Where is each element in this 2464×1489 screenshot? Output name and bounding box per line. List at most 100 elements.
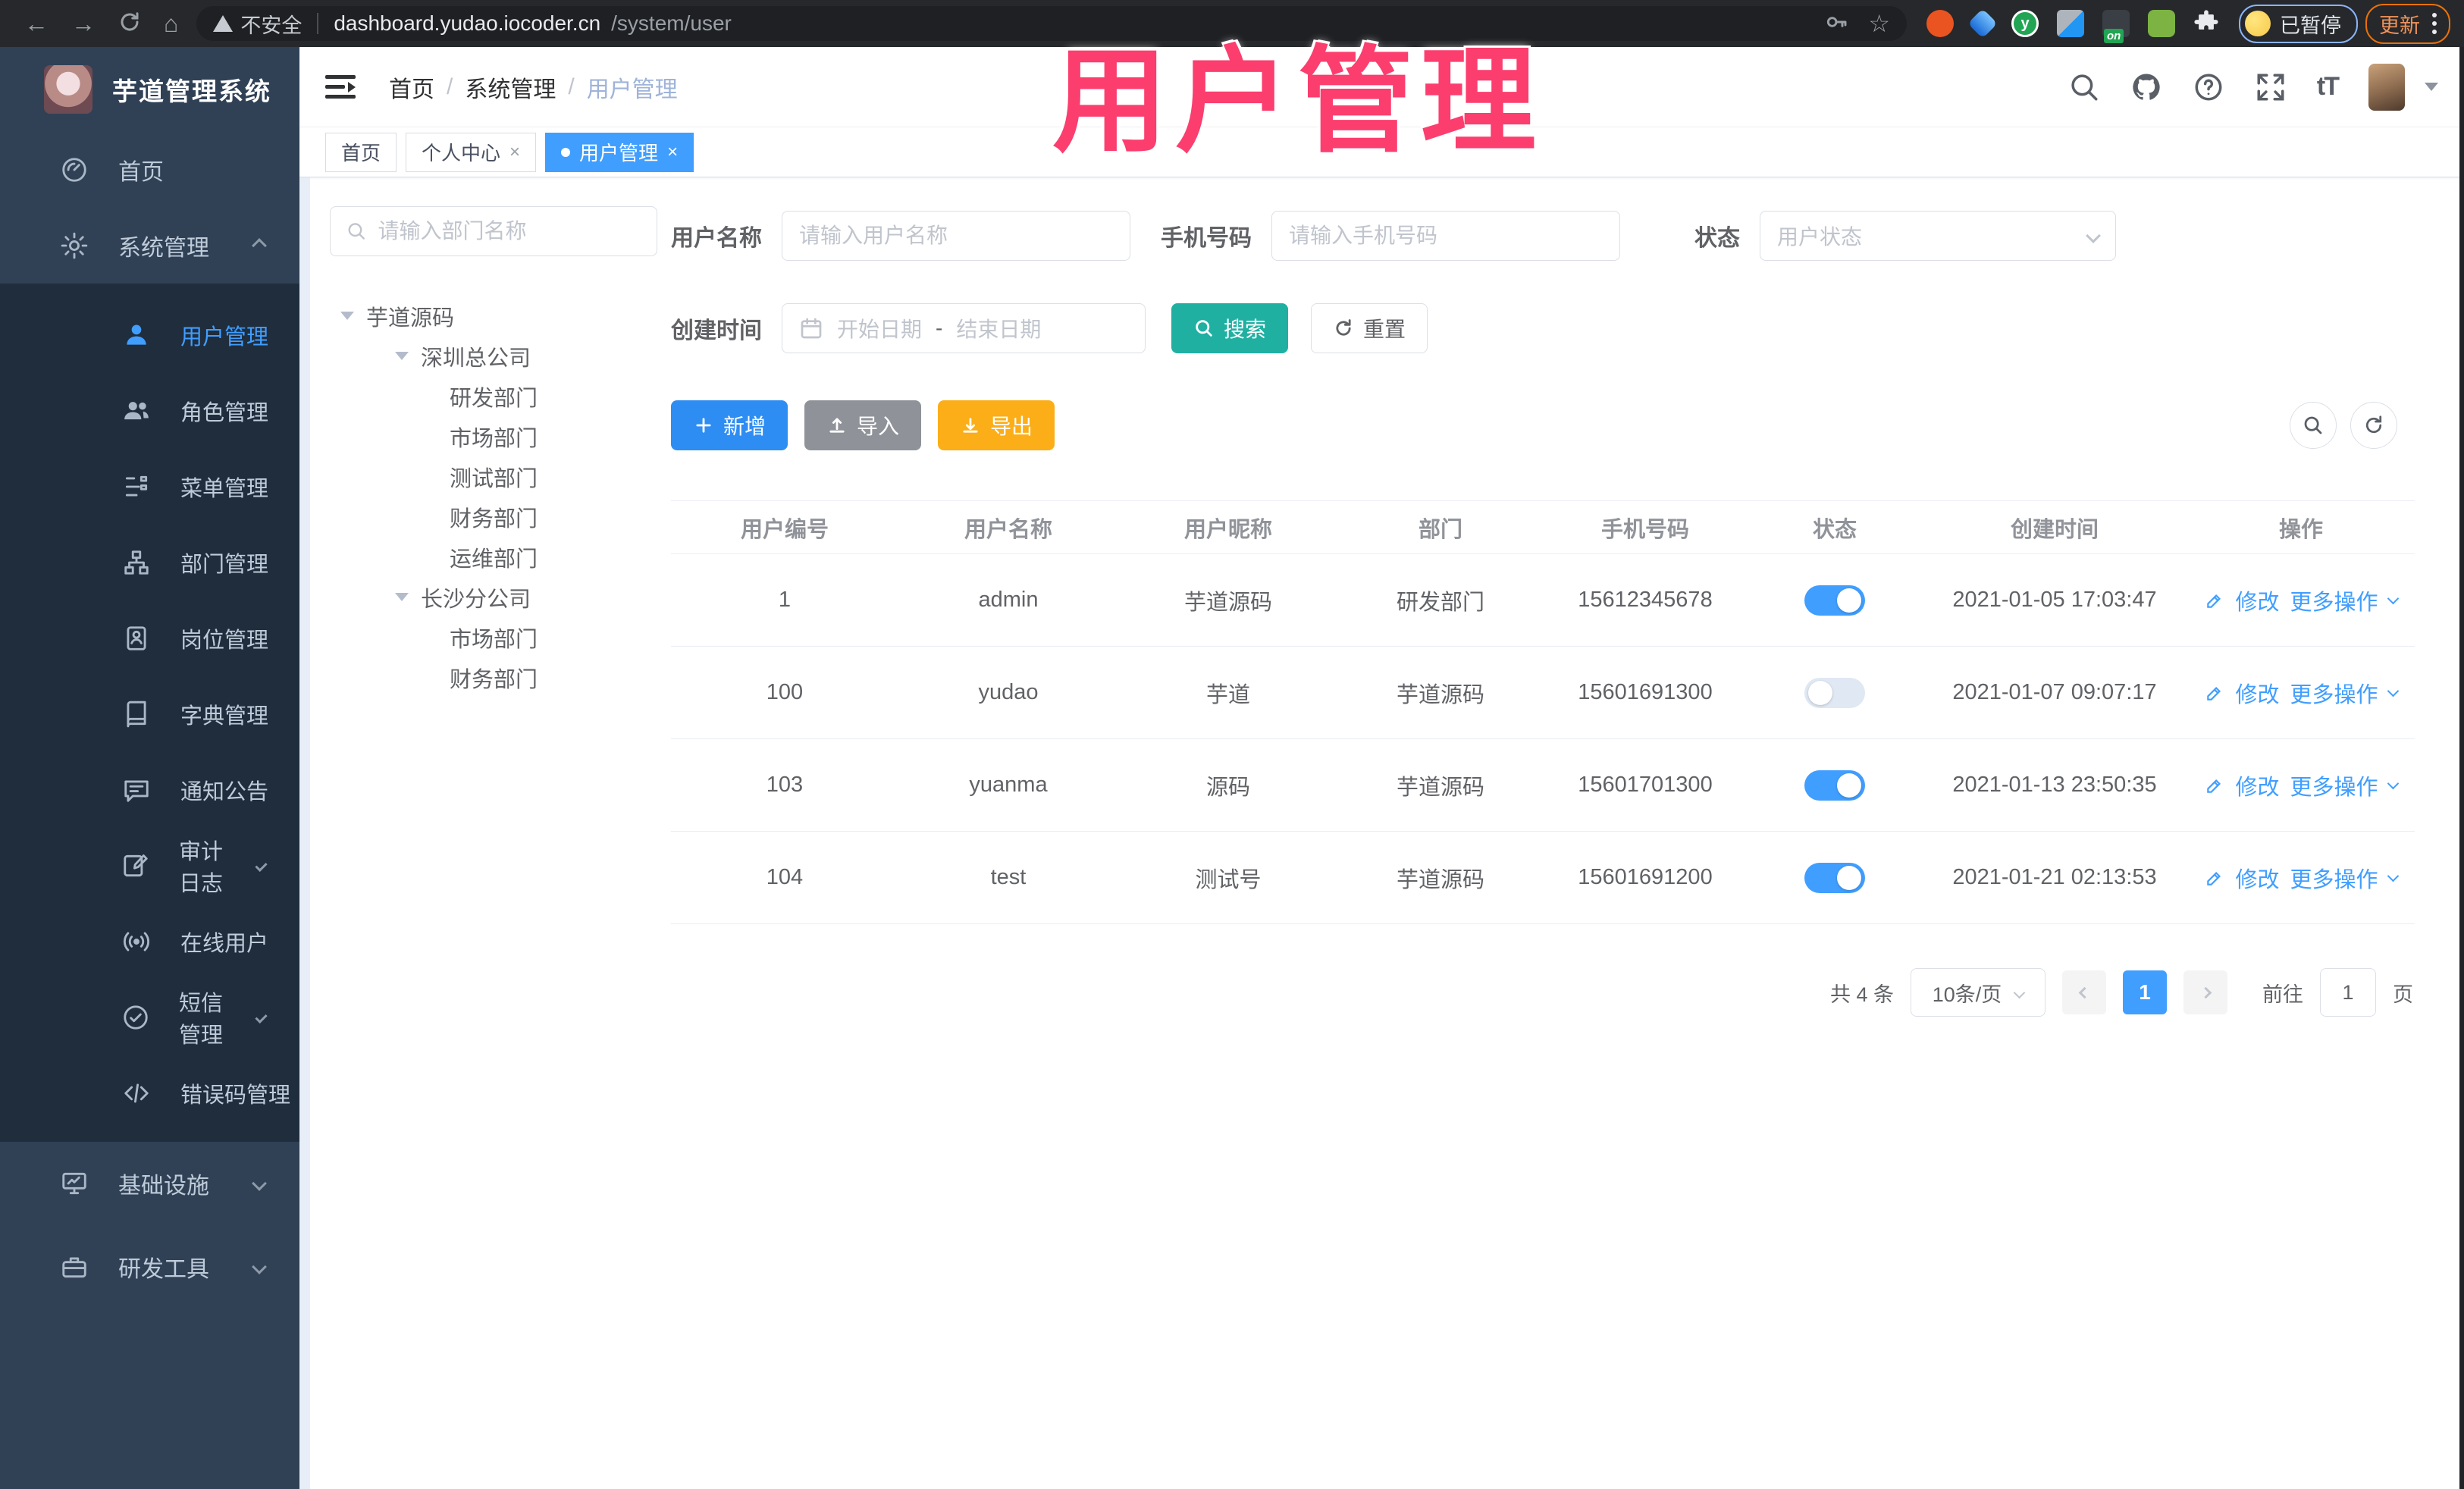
- reload-icon[interactable]: [118, 11, 141, 37]
- date-range-picker[interactable]: 开始日期 - 结束日期: [782, 303, 1146, 353]
- sidebar-item-online-users[interactable]: 在线用户: [0, 904, 299, 980]
- tree-node[interactable]: 市场部门: [330, 416, 663, 456]
- status-select[interactable]: 用户状态: [1760, 211, 2116, 261]
- export-button[interactable]: 导出: [938, 400, 1055, 450]
- scrollbar[interactable]: [299, 177, 310, 1489]
- user-icon: [121, 321, 152, 350]
- toggle-search-button[interactable]: [2290, 402, 2337, 449]
- more-actions-link[interactable]: 更多操作: [2290, 585, 2378, 616]
- date-end[interactable]: 结束日期: [956, 313, 1041, 343]
- dept-search-input[interactable]: [378, 219, 641, 243]
- ext-grid[interactable]: [2057, 10, 2084, 37]
- refresh-table-button[interactable]: [2350, 402, 2397, 449]
- more-actions-link[interactable]: 更多操作: [2290, 770, 2378, 801]
- edit-link[interactable]: 修改: [2235, 585, 2279, 616]
- sidebar-item-error-code[interactable]: 错误码管理: [0, 1055, 299, 1131]
- extensions-puzzle-icon[interactable]: [2193, 9, 2219, 39]
- key-icon[interactable]: [1824, 10, 1848, 38]
- tree-node[interactable]: 研发部门: [330, 376, 663, 416]
- avatar[interactable]: [2368, 63, 2405, 111]
- tree-node[interactable]: 芋道源码: [330, 296, 663, 336]
- sidebar-item-home[interactable]: 首页: [0, 132, 299, 208]
- status-toggle[interactable]: [1804, 862, 1865, 893]
- back-arrow-icon[interactable]: ←: [24, 11, 49, 36]
- tree-node[interactable]: 财务部门: [330, 657, 663, 697]
- forward-arrow-icon[interactable]: →: [71, 11, 96, 36]
- ext-orange-circle[interactable]: [1926, 10, 1954, 37]
- sidebar-item-notice[interactable]: 通知公告: [0, 752, 299, 828]
- app-logo-row[interactable]: 芋道管理系统: [0, 47, 299, 132]
- sidebar-item-menu-mgmt[interactable]: 菜单管理: [0, 449, 299, 525]
- date-start[interactable]: 开始日期: [837, 313, 922, 343]
- tab-home[interactable]: 首页: [325, 132, 397, 172]
- import-button[interactable]: 导入: [804, 400, 922, 450]
- username-input[interactable]: [799, 224, 1113, 248]
- ext-dark-on[interactable]: on: [2102, 10, 2130, 43]
- security-warning[interactable]: 不安全: [213, 9, 302, 39]
- tree-node[interactable]: 长沙分公司: [330, 577, 663, 617]
- caret-down-icon[interactable]: [395, 593, 409, 601]
- tab-user-mgmt[interactable]: 用户管理 ×: [545, 132, 694, 172]
- sidebar-item-audit-log[interactable]: 审计日志: [0, 828, 299, 904]
- sidebar-item-dept-mgmt[interactable]: 部门管理: [0, 525, 299, 600]
- fullscreen-icon[interactable]: [2255, 71, 2287, 103]
- sidebar-item-infrastructure[interactable]: 基础设施: [0, 1142, 299, 1225]
- status-toggle[interactable]: [1804, 677, 1865, 708]
- browser-profile-chip[interactable]: 已暂停: [2239, 4, 2358, 43]
- close-icon[interactable]: ×: [667, 143, 678, 161]
- bookmark-star-icon[interactable]: ☆: [1868, 9, 1890, 38]
- status-toggle[interactable]: [1804, 585, 1865, 616]
- add-user-button[interactable]: 新增: [671, 400, 788, 450]
- sidebar-item-sms-mgmt[interactable]: 短信管理: [0, 980, 299, 1055]
- tree-node[interactable]: 财务部门: [330, 497, 663, 537]
- edit-link[interactable]: 修改: [2235, 770, 2279, 801]
- sidebar-item-user-mgmt[interactable]: 用户管理: [0, 297, 299, 373]
- chevron-down-icon[interactable]: [2387, 777, 2399, 790]
- tree-node[interactable]: 运维部门: [330, 537, 663, 577]
- sidebar-item-post-mgmt[interactable]: 岗位管理: [0, 600, 299, 676]
- page-number-button[interactable]: 1: [2123, 970, 2167, 1014]
- edit-link[interactable]: 修改: [2235, 677, 2279, 709]
- more-actions-link[interactable]: 更多操作: [2290, 862, 2378, 894]
- mobile-input[interactable]: [1289, 224, 1603, 248]
- chevron-down-icon[interactable]: [2387, 592, 2399, 605]
- page-size-select[interactable]: 10条/页: [1911, 968, 2045, 1017]
- caret-down-icon[interactable]: [395, 352, 409, 360]
- sidebar-item-system[interactable]: 系统管理: [0, 208, 299, 284]
- ext-green-tool[interactable]: [2148, 10, 2175, 37]
- next-page-button[interactable]: [2183, 970, 2227, 1014]
- prev-page-button[interactable]: [2062, 970, 2106, 1014]
- help-icon[interactable]: [2193, 71, 2224, 103]
- browser-update-button[interactable]: 更新: [2365, 3, 2450, 44]
- more-actions-link[interactable]: 更多操作: [2290, 677, 2378, 709]
- caret-down-icon[interactable]: [340, 312, 354, 320]
- edit-link[interactable]: 修改: [2235, 862, 2279, 894]
- tree-node[interactable]: 深圳总公司: [330, 336, 663, 376]
- sidebar-collapse-icon[interactable]: [325, 75, 356, 99]
- search-button[interactable]: 搜索: [1171, 303, 1289, 353]
- tree-node[interactable]: 市场部门: [330, 617, 663, 657]
- breadcrumb-home[interactable]: 首页: [389, 71, 434, 104]
- search-icon[interactable]: [2068, 71, 2100, 103]
- sidebar-item-role-mgmt[interactable]: 角色管理: [0, 373, 299, 449]
- edit-icon: [2207, 594, 2221, 608]
- sidebar-item-dict-mgmt[interactable]: 字典管理: [0, 676, 299, 752]
- font-size-icon[interactable]: tT: [2317, 72, 2340, 102]
- tree-node[interactable]: 测试部门: [330, 456, 663, 497]
- close-icon[interactable]: ×: [509, 143, 520, 161]
- breadcrumb-current: 用户管理: [586, 77, 678, 102]
- tab-profile[interactable]: 个人中心 ×: [406, 132, 537, 172]
- github-icon[interactable]: [2130, 71, 2162, 103]
- goto-page-input[interactable]: [2320, 968, 2376, 1017]
- reset-button[interactable]: 重置: [1311, 303, 1428, 353]
- home-icon[interactable]: ⌂: [164, 11, 178, 36]
- chevron-down-icon[interactable]: [2387, 685, 2399, 697]
- status-toggle[interactable]: [1804, 770, 1865, 801]
- ext-blue-gem[interactable]: [1967, 8, 1998, 39]
- chevron-down-icon[interactable]: [2387, 870, 2399, 882]
- sidebar-item-devtools[interactable]: 研发工具: [0, 1225, 299, 1309]
- breadcrumb-system[interactable]: 系统管理: [465, 71, 556, 104]
- browser-menu-icon[interactable]: [2432, 13, 2437, 34]
- caret-down-icon[interactable]: [2425, 83, 2438, 91]
- ext-green-y[interactable]: y: [2011, 10, 2039, 37]
